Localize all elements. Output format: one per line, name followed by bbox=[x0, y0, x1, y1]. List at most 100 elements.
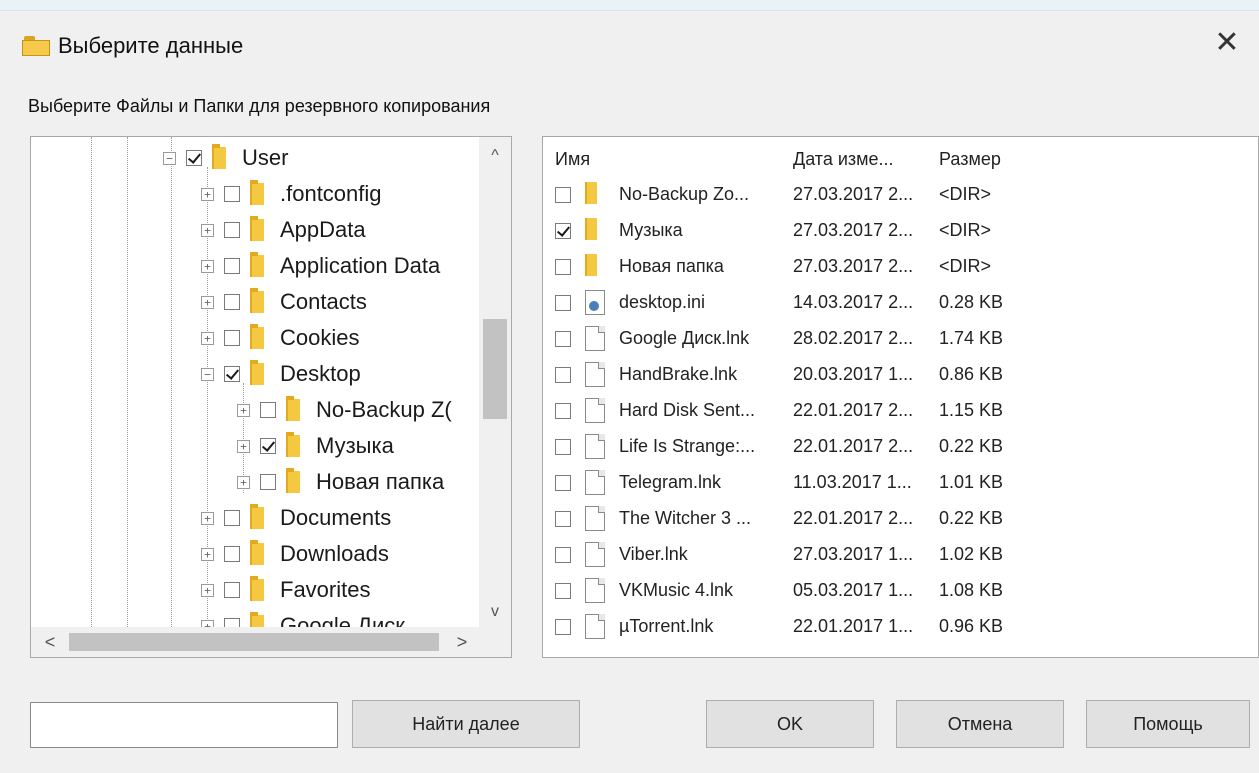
tree-item[interactable]: + Новая папка bbox=[237, 465, 444, 499]
folder-tree[interactable]: − User + .fontconfig + AppData + Application Da… bbox=[30, 136, 512, 658]
list-item-checkbox[interactable] bbox=[555, 403, 571, 419]
scroll-right-icon[interactable]: > bbox=[447, 627, 477, 657]
item-name: Hard Disk Sent... bbox=[619, 400, 756, 420]
scroll-thumb[interactable] bbox=[483, 319, 507, 419]
list-item[interactable]: Google Диск.lnk 28.02.2017 2... 1.74 KB bbox=[543, 321, 1258, 355]
item-date: 20.03.2017 1... bbox=[793, 364, 914, 384]
tree-item[interactable]: + .fontconfig bbox=[201, 177, 382, 211]
tree-item-checkbox[interactable] bbox=[224, 582, 240, 598]
tree-item[interactable]: + Documents bbox=[201, 501, 391, 535]
list-item-checkbox[interactable] bbox=[555, 331, 571, 347]
list-item-checkbox[interactable] bbox=[555, 259, 571, 275]
list-item[interactable]: Telegram.lnk 11.03.2017 1... 1.01 KB bbox=[543, 465, 1258, 499]
tree-item[interactable]: − Desktop bbox=[201, 357, 361, 391]
cancel-button[interactable]: Отмена bbox=[896, 700, 1064, 748]
list-item[interactable]: Музыка 27.03.2017 2... <DIR> bbox=[543, 213, 1258, 247]
list-item[interactable]: Новая папка 27.03.2017 2... <DIR> bbox=[543, 249, 1258, 283]
list-item[interactable]: HandBrake.lnk 20.03.2017 1... 0.86 KB bbox=[543, 357, 1258, 391]
list-item-checkbox[interactable] bbox=[555, 583, 571, 599]
expand-icon[interactable]: + bbox=[201, 295, 214, 309]
tree-item-checkbox[interactable] bbox=[224, 546, 240, 562]
expand-icon[interactable]: + bbox=[201, 583, 214, 597]
list-item[interactable]: VKMusic 4.lnk 05.03.2017 1... 1.08 KB bbox=[543, 573, 1258, 607]
tree-item-checkbox[interactable] bbox=[186, 150, 202, 166]
list-item-checkbox[interactable] bbox=[555, 619, 571, 635]
expand-icon[interactable]: + bbox=[237, 403, 250, 417]
file-list[interactable]: Имя Дата изме... Размер No-Backup Zo... 2… bbox=[542, 136, 1259, 658]
list-item-checkbox[interactable] bbox=[555, 367, 571, 383]
tree-item[interactable]: + Cookies bbox=[201, 321, 359, 355]
list-header: Имя Дата изме... Размер bbox=[543, 145, 1258, 173]
scroll-thumb[interactable] bbox=[69, 633, 439, 651]
list-item[interactable]: No-Backup Zo... 27.03.2017 2... <DIR> bbox=[543, 177, 1258, 211]
tree-item-checkbox[interactable] bbox=[224, 222, 240, 238]
list-item[interactable]: Viber.lnk 27.03.2017 1... 1.02 KB bbox=[543, 537, 1258, 571]
list-item[interactable]: desktop.ini 14.03.2017 2... 0.28 KB bbox=[543, 285, 1258, 319]
tree-item[interactable]: − User bbox=[163, 141, 288, 175]
folder-icon bbox=[250, 288, 264, 313]
list-item-checkbox[interactable] bbox=[555, 223, 571, 239]
expand-icon[interactable]: + bbox=[237, 475, 250, 489]
tree-item[interactable]: + Музыка bbox=[237, 429, 394, 463]
list-item-checkbox[interactable] bbox=[555, 439, 571, 455]
tree-item[interactable]: + Favorites bbox=[201, 573, 370, 607]
search-input[interactable] bbox=[30, 702, 338, 748]
close-icon[interactable]: ✕ bbox=[1211, 27, 1243, 59]
column-header-size[interactable]: Размер bbox=[939, 149, 1001, 170]
collapse-icon[interactable]: − bbox=[201, 367, 214, 381]
collapse-icon[interactable]: − bbox=[163, 151, 176, 165]
tree-item[interactable]: + AppData bbox=[201, 213, 366, 247]
tree-item-checkbox[interactable] bbox=[224, 510, 240, 526]
list-item[interactable]: The Witcher 3 ... 22.01.2017 2... 0.22 KB bbox=[543, 501, 1258, 535]
tree-item[interactable]: + No-Backup Z( bbox=[237, 393, 452, 427]
list-item[interactable]: Life Is Strange:... 22.01.2017 2... 0.22 K… bbox=[543, 429, 1258, 463]
tree-item-label: Новая папка bbox=[316, 469, 445, 494]
tree-item-checkbox[interactable] bbox=[260, 438, 276, 454]
tree-item-checkbox[interactable] bbox=[224, 366, 240, 382]
tree-horizontal-scrollbar[interactable]: < > bbox=[31, 627, 511, 657]
list-item-checkbox[interactable] bbox=[555, 295, 571, 311]
tree-item-checkbox[interactable] bbox=[224, 294, 240, 310]
list-item-checkbox[interactable] bbox=[555, 187, 571, 203]
column-header-date[interactable]: Дата изме... bbox=[793, 149, 894, 170]
tree-item-checkbox[interactable] bbox=[224, 186, 240, 202]
scroll-down-icon[interactable]: v bbox=[479, 597, 511, 627]
tree-item-checkbox[interactable] bbox=[260, 474, 276, 490]
item-date: 22.01.2017 2... bbox=[793, 436, 914, 456]
list-item-checkbox[interactable] bbox=[555, 475, 571, 491]
tree-item-label: Cookies bbox=[280, 325, 360, 350]
expand-icon[interactable]: + bbox=[201, 259, 214, 273]
tree-vertical-scrollbar[interactable]: ^ v bbox=[479, 137, 511, 627]
expand-icon[interactable]: + bbox=[237, 439, 250, 453]
list-item-checkbox[interactable] bbox=[555, 547, 571, 563]
tree-item-checkbox[interactable] bbox=[260, 402, 276, 418]
item-size: 1.08 KB bbox=[939, 580, 1004, 600]
tree-item-label: Desktop bbox=[280, 361, 361, 386]
folder-icon bbox=[286, 432, 300, 457]
scroll-left-icon[interactable]: < bbox=[35, 627, 65, 657]
tree-item[interactable]: + Application Data bbox=[201, 249, 440, 283]
list-item-checkbox[interactable] bbox=[555, 511, 571, 527]
column-header-name[interactable]: Имя bbox=[555, 149, 590, 170]
tree-item-checkbox[interactable] bbox=[224, 258, 240, 274]
find-next-button[interactable]: Найти далее bbox=[352, 700, 580, 748]
expand-icon[interactable]: + bbox=[201, 223, 214, 237]
expand-icon[interactable]: + bbox=[201, 331, 214, 345]
item-name: HandBrake.lnk bbox=[619, 364, 738, 384]
folder-icon bbox=[585, 254, 597, 276]
item-size: <DIR> bbox=[939, 256, 992, 276]
tree-item[interactable]: + Contacts bbox=[201, 285, 367, 319]
tree-item[interactable]: + Downloads bbox=[201, 537, 389, 571]
expand-icon[interactable]: + bbox=[201, 547, 214, 561]
settings-file-icon bbox=[585, 290, 605, 315]
expand-icon[interactable]: + bbox=[201, 187, 214, 201]
help-button[interactable]: Помощь bbox=[1086, 700, 1250, 748]
tree-item-checkbox[interactable] bbox=[224, 330, 240, 346]
scroll-up-icon[interactable]: ^ bbox=[479, 141, 511, 171]
list-item[interactable]: µTorrent.lnk 22.01.2017 1... 0.96 KB bbox=[543, 609, 1258, 643]
ok-button[interactable]: OK bbox=[706, 700, 874, 748]
list-item[interactable]: Hard Disk Sent... 22.01.2017 2... 1.15 KB bbox=[543, 393, 1258, 427]
item-name: Telegram.lnk bbox=[619, 472, 722, 492]
file-icon bbox=[585, 434, 605, 459]
expand-icon[interactable]: + bbox=[201, 511, 214, 525]
